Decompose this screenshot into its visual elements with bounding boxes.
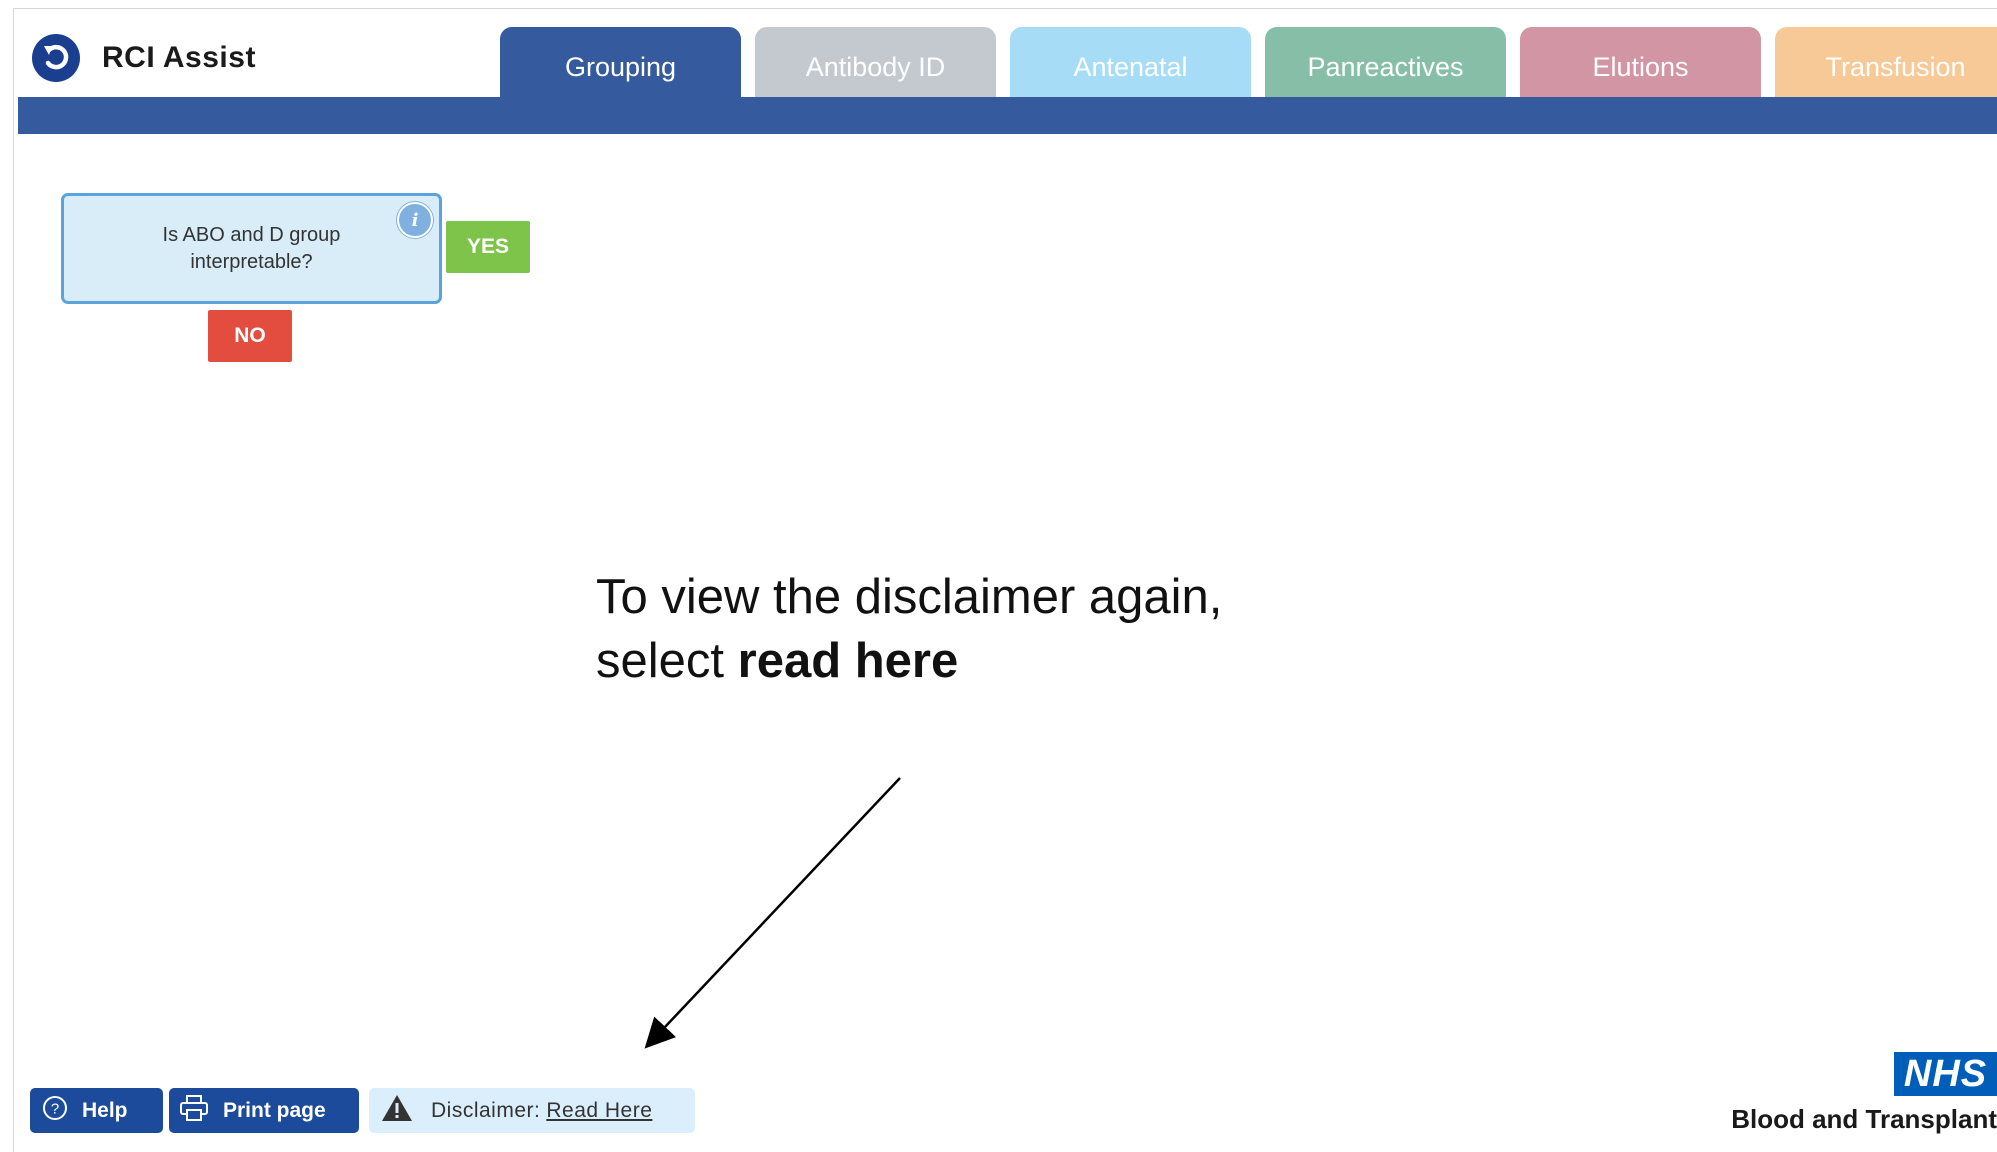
info-icon[interactable]: i	[397, 202, 433, 238]
print-label: Print page	[223, 1098, 326, 1122]
callout-line-1: To view the disclaimer again,	[596, 570, 1223, 624]
flowchart-question-box: Is ABO and D group interpretable?	[61, 193, 442, 304]
tab-label: Transfusion	[1825, 51, 1966, 82]
tab-label: Elutions	[1592, 51, 1689, 82]
instruction-callout: To view the disclaimer again, select rea…	[596, 565, 1222, 693]
app-logo[interactable]: RCI Assist	[32, 34, 256, 82]
help-button[interactable]: ? Help	[30, 1088, 163, 1133]
tab-elutions[interactable]: Elutions	[1520, 27, 1761, 97]
read-here-link[interactable]: Read Here	[546, 1099, 652, 1122]
callout-bold-text: read here	[737, 634, 959, 688]
no-button[interactable]: NO	[208, 310, 292, 362]
refresh-back-icon	[32, 34, 80, 82]
app-title: RCI Assist	[102, 41, 256, 74]
callout-line-2: select read here	[596, 629, 1222, 693]
tab-antenatal[interactable]: Antenatal	[1010, 27, 1251, 97]
tab-label: Panreactives	[1307, 51, 1464, 82]
disclaimer-bar: Disclaimer: Read Here	[369, 1088, 695, 1133]
svg-text:?: ?	[51, 1101, 59, 1118]
tab-label: Grouping	[564, 51, 677, 82]
tab-label: Antibody ID	[805, 51, 946, 82]
tab-label: Antenatal	[1073, 51, 1188, 82]
tab-panreactives[interactable]: Panreactives	[1265, 27, 1506, 97]
warning-triangle-icon	[381, 1094, 413, 1127]
tab-bar: Grouping Antibody ID Antenatal Panreacti…	[500, 27, 1997, 97]
nhs-blood-and-transplant-logo: NHS Blood and Transplant	[1709, 1052, 1997, 1136]
help-label: Help	[82, 1098, 128, 1122]
tab-antibody-id[interactable]: Antibody ID	[755, 27, 996, 97]
nhs-logo-box: NHS	[1894, 1052, 1997, 1096]
print-page-button[interactable]: Print page	[169, 1088, 359, 1133]
yes-button[interactable]: YES	[446, 221, 530, 273]
question-text: Is ABO and D group interpretable?	[162, 223, 341, 273]
disclaimer-label: Disclaimer: Read Here	[431, 1099, 652, 1123]
printer-icon	[179, 1094, 209, 1127]
tab-grouping[interactable]: Grouping	[500, 27, 741, 97]
disclaimer-text: Disclaimer:	[431, 1098, 541, 1122]
callout-prefix: select	[596, 634, 738, 688]
question-circle-icon: ?	[42, 1095, 68, 1126]
nhs-org-name: Blood and Transplant	[1731, 1104, 1997, 1134]
header-band	[18, 97, 1997, 134]
tab-transfusion[interactable]: Transfusion	[1775, 27, 1997, 97]
